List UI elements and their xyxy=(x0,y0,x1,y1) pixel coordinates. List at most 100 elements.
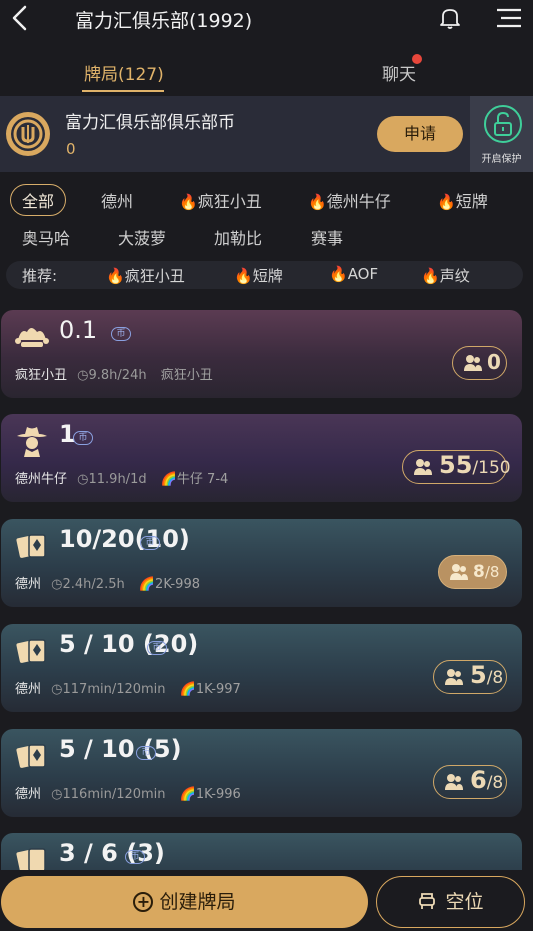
club-coin-balance: 0 xyxy=(66,140,76,158)
recommend-item-short-deck[interactable]: 🔥短牌 xyxy=(234,265,283,286)
coin-badge: 币 xyxy=(140,536,160,550)
filter-short-deck[interactable]: 🔥短牌 xyxy=(437,188,488,212)
filter-all[interactable]: 全部 xyxy=(10,184,67,216)
game-time: 9.8h/24h xyxy=(88,368,147,383)
seat-count: 5/8 xyxy=(470,661,504,689)
game-card[interactable]: 5 / 10 (5) 币 德州 ◷116min/120min 🌈1K-996 6… xyxy=(1,729,522,817)
players-icon xyxy=(445,774,463,790)
blinds-label: 3 / 6 (3) xyxy=(59,839,165,867)
flame-icon: 🔥 xyxy=(308,193,327,211)
plus-circle-icon: + xyxy=(133,892,154,912)
game-card[interactable]: 5 / 10 (20) 币 德州 ◷117min/120min 🌈1K-997 … xyxy=(1,624,522,712)
filter-omaha[interactable]: 奥马哈 xyxy=(22,225,70,249)
cowboy-icon xyxy=(17,427,47,457)
header: 富力汇俱乐部(1992) xyxy=(0,0,533,40)
create-game-button[interactable]: + 创建牌局 xyxy=(1,876,368,928)
clock-icon: ◷ xyxy=(51,787,63,802)
game-time: 116min/120min xyxy=(62,787,166,802)
coin-badge: 币 xyxy=(125,850,145,864)
apply-button[interactable]: 申请 xyxy=(377,116,463,152)
seat-count: 55/150 xyxy=(439,451,511,479)
game-card[interactable]: 1 币 德州牛仔 ◷11.9h/1d 🌈牛仔 7-4 55/150 xyxy=(1,414,522,502)
seats-indicator: 6/8 xyxy=(433,765,507,799)
game-tag: 🌈牛仔 7-4 xyxy=(160,472,229,487)
game-card[interactable]: 10/20(10) 币 德州 ◷2.4h/2.5h 🌈2K-998 8/8 xyxy=(1,519,522,607)
flame-icon: 🔥 xyxy=(329,265,348,283)
blinds-label: 0.1 xyxy=(59,316,98,344)
recommend-bar: 推荐: 🔥疯狂小丑 🔥短牌 🔥AOF 🔥声纹 xyxy=(6,261,523,289)
game-time: 2.4h/2.5h xyxy=(62,577,125,592)
bottom-action-bar: + 创建牌局 空位 xyxy=(0,870,533,931)
seat-count: 8/8 xyxy=(473,562,500,582)
filter-texas-cowboy[interactable]: 🔥德州牛仔 xyxy=(308,188,391,212)
game-info: 德州 ◷2.4h/2.5h 🌈2K-998 xyxy=(15,573,200,592)
protection-toggle[interactable]: 开启保护 xyxy=(470,96,533,172)
recommend-label: 推荐: xyxy=(22,267,58,285)
clock-icon: ◷ xyxy=(77,472,89,487)
seat-count: 6/8 xyxy=(470,766,504,794)
unlock-icon xyxy=(484,105,522,143)
filter-crazy-joker[interactable]: 🔥疯狂小丑 xyxy=(179,188,262,212)
recommend-item-voiceprint[interactable]: 🔥声纹 xyxy=(421,265,470,286)
game-filters: 全部 德州 🔥疯狂小丑 🔥德州牛仔 🔥短牌 奥马哈 大菠萝 加勒比 赛事 xyxy=(0,180,533,256)
flame-icon: 🔥 xyxy=(437,193,456,211)
game-info: 德州 ◷117min/120min 🌈1K-997 xyxy=(15,678,241,697)
filter-caribbean[interactable]: 加勒比 xyxy=(214,225,262,249)
seat-icon xyxy=(419,893,436,909)
game-time: 117min/120min xyxy=(62,682,166,697)
club-coin-logo-icon xyxy=(6,112,50,156)
players-icon xyxy=(414,459,432,475)
menu-icon[interactable] xyxy=(496,7,522,29)
recommend-item-aof[interactable]: 🔥AOF xyxy=(329,265,378,283)
players-icon xyxy=(445,669,463,685)
blinds-label: 5 / 10 (5) xyxy=(59,735,182,763)
game-tag: 疯狂小丑 xyxy=(160,368,213,383)
blinds-label: 10/20(10) xyxy=(59,525,190,553)
game-type: 德州 xyxy=(15,787,42,802)
page-title: 富力汇俱乐部(1992) xyxy=(75,10,253,32)
clock-icon: ◷ xyxy=(51,682,63,697)
club-coin-name: 富力汇俱乐部俱乐部币 xyxy=(65,113,235,133)
filter-tournament[interactable]: 赛事 xyxy=(311,225,343,249)
cards-icon xyxy=(16,534,46,558)
game-tag: 🌈2K-998 xyxy=(138,577,200,592)
recommend-item-crazy-joker[interactable]: 🔥疯狂小丑 xyxy=(106,265,185,286)
game-tag: 🌈1K-996 xyxy=(179,787,241,802)
seats-indicator: 55/150 xyxy=(402,450,511,484)
game-info: 疯狂小丑 ◷9.8h/24h 疯狂小丑 xyxy=(15,364,213,383)
cards-icon xyxy=(16,744,46,768)
protection-label: 开启保护 xyxy=(481,154,522,165)
jester-icon xyxy=(15,328,49,347)
chat-notification-dot xyxy=(412,54,422,64)
seat-count: 0 xyxy=(487,350,501,374)
back-arrow-icon[interactable] xyxy=(8,4,32,32)
clock-icon: ◷ xyxy=(77,368,89,383)
game-info: 德州牛仔 ◷11.9h/1d 🌈牛仔 7-4 xyxy=(15,468,228,487)
game-type: 疯狂小丑 xyxy=(15,368,68,383)
coin-badge: 币 xyxy=(111,327,131,341)
filter-big-pineapple[interactable]: 大菠萝 xyxy=(118,225,166,249)
coin-badge: 币 xyxy=(73,431,93,445)
empty-seat-button[interactable]: 空位 xyxy=(376,876,525,928)
game-card[interactable]: 3 / 6 (3) 币 xyxy=(1,833,522,873)
filter-texas[interactable]: 德州 xyxy=(101,188,133,212)
game-type: 德州 xyxy=(15,577,42,592)
tab-games[interactable]: 牌局(127) xyxy=(84,60,164,85)
game-time: 11.9h/1d xyxy=(88,472,147,487)
game-card[interactable]: 0.1 币 疯狂小丑 ◷9.8h/24h 疯狂小丑 0 xyxy=(1,310,522,398)
cards-icon xyxy=(16,848,46,872)
tab-chat[interactable]: 聊天 xyxy=(382,60,416,85)
blinds-label: 5 / 10 (20) xyxy=(59,630,199,658)
flame-icon: 🔥 xyxy=(234,267,253,285)
seats-indicator: 8/8 xyxy=(438,555,507,589)
game-type: 德州 xyxy=(15,682,42,697)
cards-icon xyxy=(16,639,46,663)
game-tag: 🌈1K-997 xyxy=(179,682,241,697)
seats-indicator: 5/8 xyxy=(433,660,507,694)
players-icon xyxy=(464,355,482,371)
bell-icon[interactable] xyxy=(438,6,462,30)
club-coin-bar: 富力汇俱乐部俱乐部币 0 申请 开启保护 xyxy=(0,96,533,172)
flame-icon: 🔥 xyxy=(179,193,198,211)
flame-icon: 🔥 xyxy=(421,267,440,285)
active-tab-indicator xyxy=(82,90,164,92)
